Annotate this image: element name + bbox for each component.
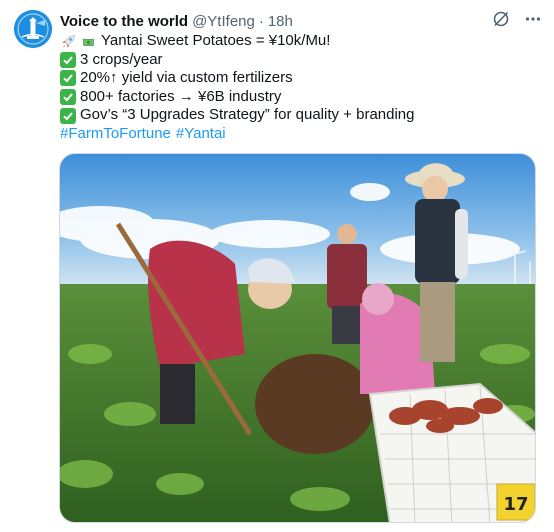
point-text: 800+ factories → ¥6B industry bbox=[80, 87, 282, 105]
point-line: Gov’s “3 Upgrades Strategy” for quality … bbox=[60, 106, 540, 125]
point-text: Gov’s “3 Upgrades Strategy” for quality … bbox=[80, 106, 415, 124]
headline-text: Yantai Sweet Potatoes = ¥10k/Mu! bbox=[101, 32, 331, 49]
hashtags-line: #FarmToFortune #Yantai bbox=[60, 125, 540, 144]
author-handle[interactable]: @YtIfeng bbox=[192, 13, 255, 30]
check-mark-button-emoji-icon bbox=[60, 51, 76, 68]
point-line: 800+ factories → ¥6B industry bbox=[60, 88, 540, 107]
timestamp[interactable]: 18h bbox=[268, 13, 293, 30]
check-mark-button-emoji-icon bbox=[60, 89, 76, 106]
rocket-emoji-icon bbox=[60, 33, 77, 50]
crate-tag: 17 bbox=[496, 483, 535, 521]
tweet-header: Voice to the world @YtIfeng · 18h bbox=[60, 10, 542, 32]
hashtag-link[interactable]: #Yantai bbox=[176, 125, 226, 144]
point-text: 3 crops/year bbox=[80, 50, 163, 68]
author-name[interactable]: Voice to the world bbox=[60, 13, 188, 30]
grok-slash-circle-icon[interactable] bbox=[492, 10, 510, 32]
point-line: 20%↑ yield via custom fertilizers bbox=[60, 69, 540, 88]
header-actions bbox=[492, 10, 542, 32]
more-dots-icon[interactable] bbox=[524, 10, 542, 32]
dug-soil bbox=[255, 354, 375, 454]
hashtag-link[interactable]: #FarmToFortune bbox=[60, 125, 171, 144]
point-text: 20%↑ yield via custom fertilizers bbox=[80, 69, 293, 87]
check-mark-button-emoji-icon bbox=[60, 107, 76, 124]
tweet-text: Yantai Sweet Potatoes = ¥10k/Mu! 3 crops… bbox=[60, 32, 540, 144]
check-mark-button-emoji-icon bbox=[60, 70, 76, 87]
tweet-photo[interactable]: 17 bbox=[59, 153, 536, 523]
avatar[interactable] bbox=[14, 10, 52, 48]
farm-photo-illustration: 17 bbox=[60, 154, 535, 522]
point-line: 3 crops/year bbox=[60, 51, 540, 70]
lighthouse-logo-icon bbox=[14, 10, 52, 48]
crate-label: 17 bbox=[503, 494, 528, 515]
separator-dot: · bbox=[258, 12, 264, 30]
headline-line: Yantai Sweet Potatoes = ¥10k/Mu! bbox=[60, 32, 540, 51]
tweet-card[interactable]: Voice to the world @YtIfeng · 18h Yantai… bbox=[0, 0, 554, 532]
money-with-wings-emoji-icon bbox=[80, 33, 97, 50]
